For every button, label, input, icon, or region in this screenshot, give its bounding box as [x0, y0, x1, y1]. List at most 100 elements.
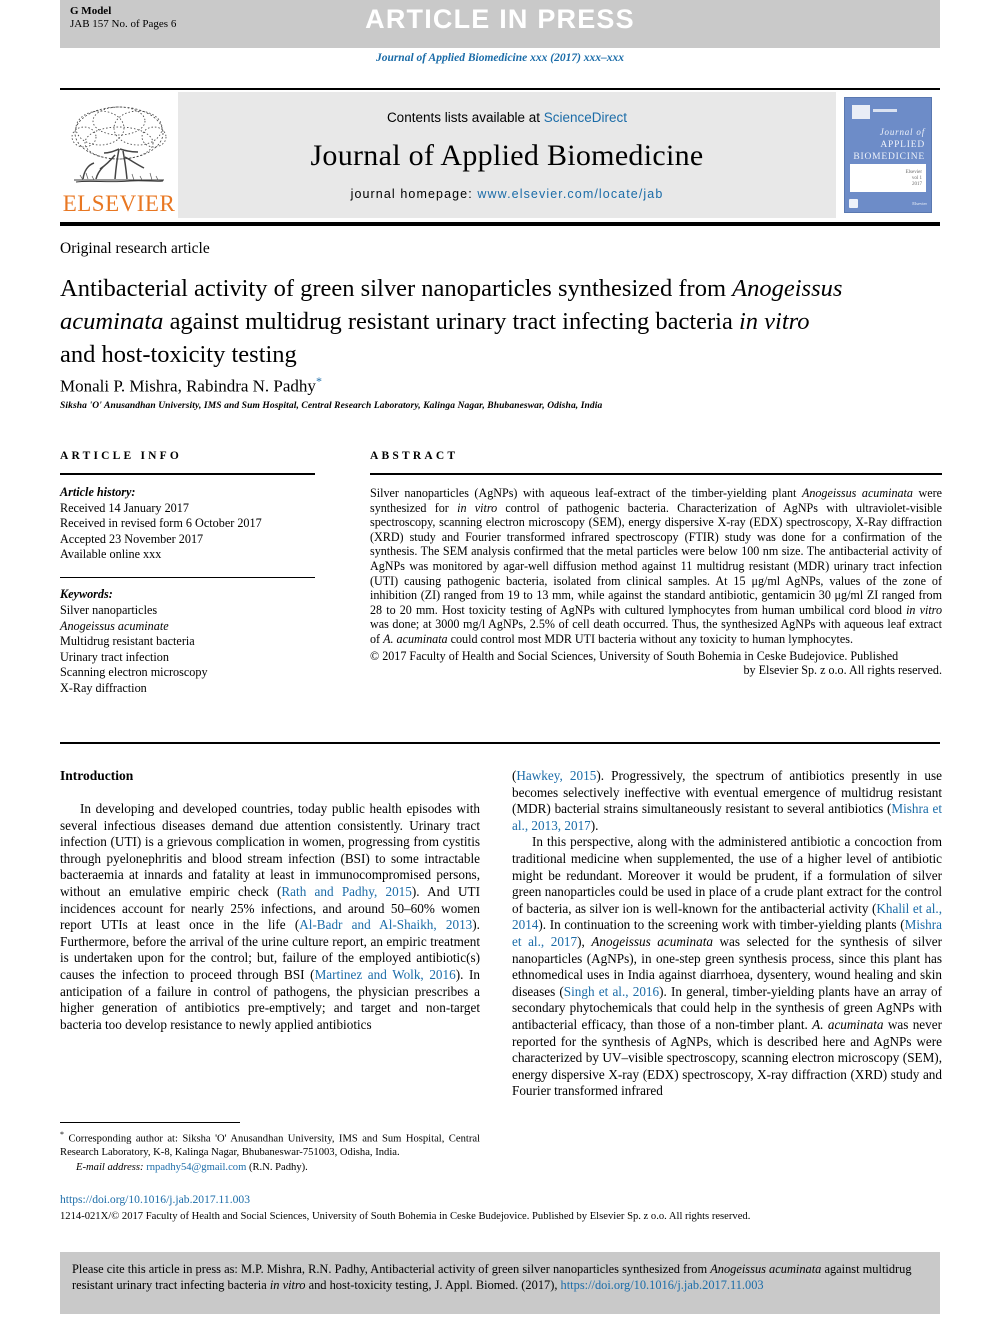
article-title-part1: Antibacterial activity of green silver n…	[60, 275, 727, 302]
history-item: Available online xxx	[60, 547, 162, 562]
para-seg: ).	[590, 817, 599, 833]
cover-vol-line1: Elsevier	[905, 170, 922, 175]
article-title-italic2: in vitro	[739, 308, 810, 335]
article-type: Original research article	[60, 240, 210, 257]
article-info-rule	[60, 473, 315, 475]
issn-copyright-line: 1214-021X/© 2017 Faculty of Health and S…	[60, 1211, 751, 1222]
elsevier-logo-block: ELSEVIER	[60, 92, 178, 218]
keywords-block: Keywords: Silver nanoparticles Anogeissu…	[60, 587, 315, 696]
cover-white-panel: Elsevier vol 1 2017	[850, 164, 926, 192]
cover-title-line3: BIOMEDICINE	[853, 152, 925, 162]
copyright-line1: © 2017 Faculty of Health and Social Scie…	[370, 648, 899, 663]
body-right-column: (Hawkey, 2015). Progressively, the spect…	[512, 768, 942, 1100]
citation-link[interactable]: Hawkey, 2015	[516, 768, 596, 783]
cover-publisher-name: Elsevier	[912, 201, 927, 206]
cover-footer: Elsevier	[849, 199, 927, 208]
article-in-press-banner: G Model JAB 157 No. of Pages 6 ARTICLE I…	[60, 0, 940, 48]
cite-seg: and host-toxicity testing, J. Appl. Biom…	[305, 1278, 561, 1292]
keyword-item: Urinary tract infection	[60, 649, 169, 664]
cover-title-line2: APPLIED	[880, 140, 925, 150]
cite-seg: Please cite this article in press as: M.…	[72, 1262, 711, 1276]
keyword-item: Anogeissus acuminate	[60, 618, 169, 633]
cover-logo-text-lines	[873, 109, 897, 112]
footnote-rule	[60, 1122, 240, 1123]
homepage-prefix: journal homepage:	[350, 186, 478, 201]
abstract-heading: ABSTRACT	[370, 450, 459, 462]
history-item: Accepted 23 November 2017	[60, 531, 204, 546]
running-head: Journal of Applied Biomedicine xxx (2017…	[375, 52, 625, 64]
keyword-item: Scanning electron microscopy	[60, 665, 208, 680]
article-info-column: ARTICLE INFO Article history: Received 1…	[60, 450, 315, 697]
abstract-column: ABSTRACT Silver nanoparticles (AgNPs) wi…	[370, 450, 942, 678]
sciencedirect-link[interactable]: ScienceDirect	[544, 110, 627, 125]
history-item: Received in revised form 6 October 2017	[60, 516, 262, 531]
cover-volume-info: Elsevier vol 1 2017	[906, 170, 922, 188]
contents-lists-prefix: Contents lists available at	[386, 109, 544, 125]
homepage-link[interactable]: www.elsevier.com/locate/jab	[477, 187, 663, 201]
footnote-text: Corresponding author at: Siksha 'O' Anus…	[60, 1133, 480, 1158]
cover-badge-icon	[849, 199, 858, 208]
cover-vol-line3: 2017	[912, 182, 922, 187]
journal-homepage-line: journal homepage: www.elsevier.com/locat…	[351, 187, 664, 201]
article-title-part4: and host-toxicity testing	[60, 341, 297, 368]
corresponding-author-footnote: * Corresponding author at: Siksha 'O' An…	[60, 1128, 480, 1175]
journal-article-page: G Model JAB 157 No. of Pages 6 ARTICLE I…	[0, 0, 992, 1323]
body-separator-rule	[60, 742, 940, 744]
cover-publisher-icon	[852, 105, 870, 119]
abstract-seg: could control most MDR UTI bacteria with…	[447, 631, 854, 646]
citation-link[interactable]: Singh et al., 2016	[564, 984, 659, 999]
keywords-rule	[60, 576, 315, 579]
journal-cover-block: Journal of APPLIED BIOMEDICINE Elsevier …	[836, 92, 940, 218]
intro-paragraph-1: In developing and developed countries, t…	[60, 801, 480, 1033]
history-item: Received 14 January 2017	[60, 500, 189, 515]
keyword-item: Silver nanoparticles	[60, 603, 158, 618]
email-link[interactable]: rnpadhy54@gmail.com	[146, 1162, 246, 1173]
citation-link[interactable]: Martinez and Wolk, 2016	[315, 967, 456, 982]
cite-this-article-text: Please cite this article in press as: M.…	[72, 1261, 928, 1293]
email-suffix: (R.N. Padhy).	[246, 1162, 308, 1174]
intro-paragraph-2: In this perspective, along with the admi…	[512, 834, 942, 1100]
email-label: E-mail address:	[76, 1162, 144, 1174]
keywords-label: Keywords:	[60, 587, 113, 602]
email-line: E-mail address: rnpadhy54@gmail.com (R.N…	[60, 1161, 480, 1174]
cite-italic-invitro: in vitro	[269, 1278, 306, 1292]
journal-cover-thumbnail: Journal of APPLIED BIOMEDICINE Elsevier …	[844, 97, 932, 213]
para-seg: ),	[577, 933, 592, 949]
intro-paragraph-1-continued: (Hawkey, 2015). Progressively, the spect…	[512, 768, 942, 834]
cover-title: Journal of APPLIED BIOMEDICINE	[845, 126, 925, 163]
copyright-line2: by Elsevier Sp. z o.o. All rights reserv…	[743, 663, 942, 678]
elsevier-tree-icon	[71, 106, 167, 183]
article-info-heading: ARTICLE INFO	[60, 450, 183, 462]
author-list: Monali P. Mishra, Rabindra N. Padhy*	[60, 374, 322, 397]
masthead-bottom-rule	[60, 222, 940, 226]
article-title-part3: infecting bacteria	[562, 308, 739, 335]
keyword-item: Multidrug resistant bacteria	[60, 634, 195, 649]
masthead: ELSEVIER Contents lists available at Sci…	[60, 92, 940, 218]
para-seg: ). In continuation to the screening work…	[538, 917, 905, 933]
corresponding-author-marker[interactable]: *	[316, 374, 322, 388]
abstract-rule	[370, 473, 942, 475]
body-left-column: Introduction In developing and developed…	[60, 768, 480, 1033]
journal-title: Journal of Applied Biomedicine	[310, 138, 704, 172]
doi-link[interactable]: https://doi.org/10.1016/j.jab.2017.11.00…	[60, 1193, 250, 1206]
masthead-top-rule	[60, 88, 940, 90]
abstract-italic-invitro: in vitro	[457, 500, 498, 515]
cite-doi-link[interactable]: https://doi.org/10.1016/j.jab.2017.11.00…	[561, 1278, 764, 1292]
section-heading-introduction: Introduction	[60, 768, 134, 783]
species-italic: A. acuminata	[812, 1016, 884, 1032]
abstract-copyright: © 2017 Faculty of Health and Social Scie…	[370, 649, 942, 678]
contents-lists-line: Contents lists available at ScienceDirec…	[387, 110, 627, 125]
affiliation: Siksha 'O' Anusandhan University, IMS an…	[60, 401, 603, 411]
citation-link[interactable]: Rath and Padhy, 2015	[281, 884, 411, 899]
article-history-label: Article history:	[60, 485, 136, 499]
citation-link[interactable]: Al-Badr and Al-Shaikh, 2013	[299, 917, 472, 932]
cite-this-article-box: Please cite this article in press as: M.…	[60, 1252, 940, 1314]
cover-title-line1: Journal of	[879, 127, 925, 137]
author-names: Monali P. Mishra, Rabindra N. Padhy	[60, 376, 316, 396]
abstract-italic-species2: A. acuminata	[383, 631, 448, 646]
masthead-center: Contents lists available at ScienceDirec…	[178, 92, 836, 218]
cite-italic-species: Anogeissus acuminata	[710, 1262, 822, 1276]
elsevier-wordmark: ELSEVIER	[62, 191, 176, 216]
abstract-text: Silver nanoparticles (AgNPs) with aqueou…	[370, 486, 942, 647]
cover-vol-line2: vol 1	[911, 176, 922, 181]
